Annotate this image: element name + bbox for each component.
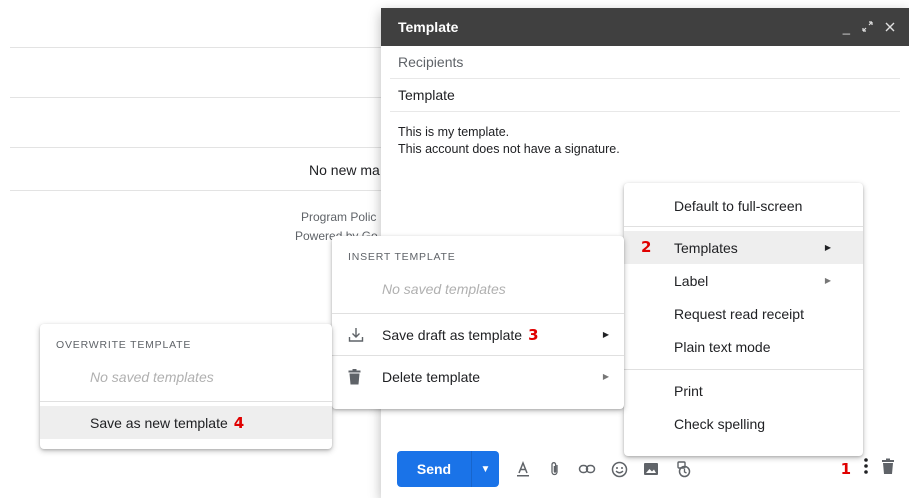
menu-divider [624,226,863,227]
section-heading: OVERWRITE TEMPLATE [56,339,192,351]
row-divider [10,97,382,98]
menu-item-print[interactable]: Print [624,374,863,407]
menu-item-label: Label [674,272,709,289]
trash-icon[interactable] [881,458,895,480]
menu-item-label: Save as new template [90,414,228,431]
step-marker-3: 3 [528,325,539,344]
recipients-field[interactable]: Recipients [390,46,900,79]
empty-state-text: No saved templates [90,368,214,385]
menu-item-label: Save draft as template [382,326,523,343]
more-vert-icon[interactable] [863,457,869,480]
attach-icon[interactable] [543,457,567,481]
link-icon[interactable] [575,457,599,481]
signature-note: This account does not have a signature. [398,142,620,156]
download-icon [348,327,382,343]
step-marker-2: 2 [641,238,652,256]
menu-item-label-submenu[interactable]: Label ▶ [624,264,863,297]
menu-item-label: Plain text mode [674,338,771,355]
minimize-icon[interactable]: _ [843,21,850,34]
insert-template-heading: INSERT TEMPLATE [332,242,624,272]
menu-item-save-draft-as-template[interactable]: Save draft as template 3 ▶ [332,318,624,351]
menu-item-label: Default to full-screen [674,197,803,214]
menu-item-save-as-new-template[interactable]: Save as new template 4 [40,406,332,439]
submenu-arrow-icon: ▶ [824,276,831,285]
schedule-icon[interactable] [671,457,695,481]
text-format-icon[interactable] [511,457,535,481]
send-button-group[interactable]: Send ▼ [397,451,499,487]
subject-field[interactable]: Template [390,79,900,112]
menu-divider [332,313,624,314]
emoji-icon[interactable] [607,457,631,481]
send-button[interactable]: Send [397,461,471,477]
close-icon[interactable] [885,21,895,34]
menu-item-templates[interactable]: 2 Templates ▶ [624,231,863,264]
menu-divider [40,401,332,402]
row-divider [10,147,382,148]
menu-divider [624,369,863,370]
send-options-icon[interactable]: ▼ [472,464,499,475]
no-saved-templates-item: No saved templates [332,272,624,305]
program-policies-link[interactable]: Program Polic [301,210,376,224]
templates-submenu: INSERT TEMPLATE No saved templates Save … [332,236,624,409]
menu-item-label: Request read receipt [674,305,804,322]
submenu-arrow-icon: ▶ [602,330,609,339]
empty-state-text: No saved templates [382,280,506,297]
menu-item-delete-template[interactable]: Delete template ▶ [332,360,624,393]
expand-icon[interactable] [862,20,873,34]
menu-item-label: Delete template [382,368,481,385]
menu-item-label: Templates [674,239,738,256]
menu-item-read-receipt[interactable]: Request read receipt [624,297,863,330]
overwrite-template-submenu: OVERWRITE TEMPLATE No saved templates Sa… [40,324,332,449]
trash-icon [348,368,382,385]
step-marker-1: 1 [840,459,851,478]
compose-header[interactable]: Template _ [381,8,909,46]
empty-inbox-message: No new ma [309,162,380,178]
no-saved-templates-item: No saved templates [40,360,332,393]
compose-title: Template [398,19,459,35]
submenu-arrow-icon: ▶ [602,372,609,381]
row-divider [10,47,382,48]
photo-icon[interactable] [639,457,663,481]
submenu-arrow-icon: ▶ [824,243,831,252]
menu-item-check-spelling[interactable]: Check spelling [624,407,863,440]
menu-item-label: Print [674,382,703,399]
menu-divider [332,355,624,356]
menu-item-label: Check spelling [674,415,766,432]
section-heading: INSERT TEMPLATE [348,251,456,263]
message-body[interactable]: This is my template. This account does n… [381,112,909,158]
body-line: This is my template. [398,125,510,139]
menu-item-default-fullscreen[interactable]: Default to full-screen [624,189,863,222]
overwrite-template-heading: OVERWRITE TEMPLATE [40,330,332,360]
more-options-menu: Default to full-screen 2 Templates ▶ Lab… [624,183,863,456]
menu-item-plain-text[interactable]: Plain text mode [624,330,863,363]
step-marker-4: 4 [233,413,245,432]
row-divider [10,190,382,191]
